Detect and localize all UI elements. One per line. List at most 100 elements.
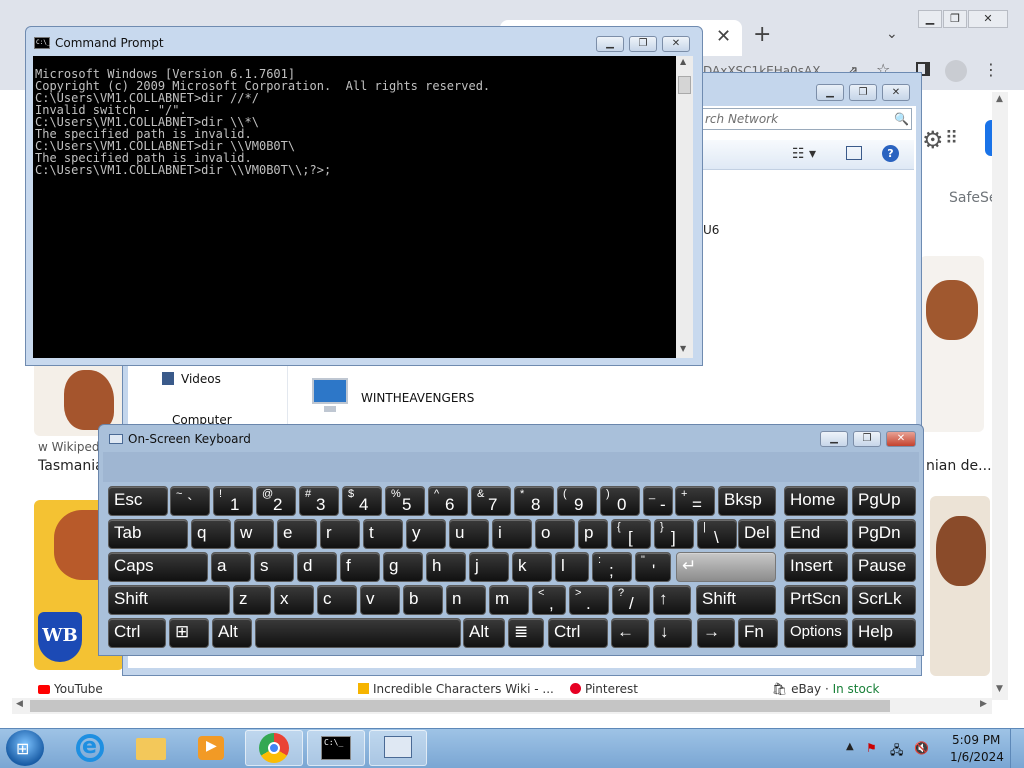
console-scroll-up-icon[interactable]: ▲	[680, 57, 686, 66]
key-0-5[interactable]: $4	[342, 486, 382, 516]
cmd-maximize-button[interactable]: ❐	[629, 36, 657, 52]
key-1-8[interactable]: i	[492, 519, 532, 549]
action-center-flag-icon[interactable]: ⚑	[866, 741, 880, 755]
osk-minimize-button[interactable]: ▁	[820, 431, 848, 447]
key-2-1[interactable]: a	[211, 552, 251, 582]
key-0-10[interactable]: (9	[557, 486, 597, 516]
key-2-2[interactable]: s	[254, 552, 294, 582]
network-item-u6[interactable]: U6	[703, 223, 719, 237]
change-view-icon[interactable]: ☷ ▾	[792, 146, 816, 162]
explorer-maximize-button[interactable]: ❐	[849, 84, 877, 101]
show-desktop-button[interactable]	[1010, 729, 1024, 768]
key-0-8[interactable]: & 7	[471, 486, 511, 516]
key-0-1[interactable]: ~ `	[170, 486, 210, 516]
console-scrollbar[interactable]	[676, 56, 693, 358]
key-0-16[interactable]: PgUp	[852, 486, 916, 516]
nav-item-videos[interactable]: Videos	[181, 372, 221, 386]
key-0-12[interactable]: _ -	[643, 486, 673, 516]
chrome-minimize-button[interactable]: ▁	[918, 10, 942, 28]
clock-time[interactable]: 5:09 PM	[952, 733, 1000, 747]
key-2-3[interactable]: d	[297, 552, 337, 582]
console-scroll-thumb[interactable]	[678, 76, 691, 94]
key-4-11[interactable]: Options	[784, 618, 848, 648]
key-3-1[interactable]: z	[233, 585, 271, 615]
osk-maximize-button[interactable]: ❐	[853, 431, 881, 447]
key-4-2[interactable]: Alt	[212, 618, 252, 648]
key-1-10[interactable]: p	[578, 519, 608, 549]
scroll-left-arrow-icon[interactable]: ◀	[16, 699, 23, 709]
key-3-14[interactable]: ScrLk	[852, 585, 916, 615]
key-0-15[interactable]: Home	[784, 486, 848, 516]
key-0-4[interactable]: #3	[299, 486, 339, 516]
key-4-6[interactable]: Ctrl	[548, 618, 608, 648]
chrome-maximize-button[interactable]: ❐	[943, 10, 967, 28]
key-3-2[interactable]: x	[274, 585, 314, 615]
key-4-9[interactable]: →	[697, 618, 735, 648]
key-1-0[interactable]: Tab	[108, 519, 188, 549]
key-2-5[interactable]: g	[383, 552, 423, 582]
osk-close-button[interactable]: ✕	[886, 431, 916, 447]
google-apps-icon[interactable]: ⠿	[945, 128, 958, 149]
network-icon[interactable]: 🖧	[890, 741, 904, 757]
help-icon[interactable]: ?	[882, 145, 899, 162]
key-0-0[interactable]: Esc	[108, 486, 168, 516]
key-1-3[interactable]: e	[277, 519, 317, 549]
key-2-10[interactable]: :;	[592, 552, 632, 582]
tab-search-chevron-icon[interactable]: ⌄	[886, 26, 898, 42]
console-scroll-down-icon[interactable]: ▼	[680, 344, 686, 353]
volume-muted-icon[interactable]: 🔇	[914, 741, 929, 755]
key-3-7[interactable]: m	[489, 585, 529, 615]
key-3-3[interactable]: c	[317, 585, 357, 615]
explorer-close-button[interactable]: ✕	[882, 84, 910, 101]
key-2-6[interactable]: h	[426, 552, 466, 582]
key-4-5[interactable]: ≣	[508, 618, 544, 648]
key-1-9[interactable]: o	[535, 519, 575, 549]
key-1-16[interactable]: PgDn	[852, 519, 916, 549]
cmd-close-button[interactable]: ✕	[662, 36, 690, 52]
key-1-12[interactable]: }]	[654, 519, 694, 549]
result-title-right[interactable]: nian de...	[926, 458, 992, 474]
network-item-wintheavengers[interactable]: WINTHEAVENGERS	[361, 391, 474, 405]
chrome-close-button[interactable]: ✕	[968, 10, 1008, 28]
key-3-4[interactable]: v	[360, 585, 400, 615]
key-3-10[interactable]: ? /	[612, 585, 650, 615]
key-4-1[interactable]: ⊞	[169, 618, 209, 648]
key-4-8[interactable]: ↓	[654, 618, 692, 648]
result-image-taz-4[interactable]	[930, 496, 990, 676]
key-4-4[interactable]: Alt	[463, 618, 505, 648]
key-4-7[interactable]: ←	[611, 618, 649, 648]
computer-icon[interactable]	[312, 378, 348, 404]
page-vertical-scrollbar[interactable]	[992, 92, 1008, 700]
key-2-14[interactable]: Pause	[852, 552, 916, 582]
console-output[interactable]: Microsoft Windows [Version 6.1.7601] Copy…	[35, 56, 675, 356]
key-1-14[interactable]: Del	[738, 519, 776, 549]
scroll-up-arrow-icon[interactable]: ▲	[996, 94, 1003, 104]
key-4-12[interactable]: Help	[852, 618, 916, 648]
key-2-9[interactable]: l	[555, 552, 589, 582]
scroll-right-arrow-icon[interactable]: ▶	[980, 699, 987, 709]
horizontal-scroll-thumb[interactable]	[30, 700, 890, 712]
key-2-11[interactable]: " '	[635, 552, 671, 582]
new-tab-icon[interactable]: +	[753, 22, 771, 47]
result-image-taz-2[interactable]	[920, 256, 984, 432]
result-source-ebay[interactable]: 🛍 eBay · In stock	[772, 682, 879, 696]
show-hidden-icons-icon[interactable]: ▲	[846, 741, 854, 752]
key-3-0[interactable]: Shift	[108, 585, 230, 615]
key-1-13[interactable]: | \	[697, 519, 737, 549]
safesearch-label[interactable]: SafeSe	[949, 190, 998, 206]
search-icon[interactable]: 🔍	[894, 112, 909, 126]
key-0-7[interactable]: ^ 6	[428, 486, 468, 516]
clock-date[interactable]: 1/6/2024	[950, 750, 1004, 764]
key-1-7[interactable]: u	[449, 519, 489, 549]
explorer-search-input[interactable]: rch Network	[700, 108, 912, 130]
key-2-0[interactable]: Caps	[108, 552, 208, 582]
key-1-6[interactable]: y	[406, 519, 446, 549]
key-0-11[interactable]: ) 0	[600, 486, 640, 516]
key-3-5[interactable]: b	[403, 585, 443, 615]
explorer-minimize-button[interactable]: ▁	[816, 84, 844, 101]
key-4-0[interactable]: Ctrl	[108, 618, 166, 648]
result-source-youtube[interactable]: YouTube	[38, 682, 103, 696]
scroll-down-arrow-icon[interactable]: ▼	[996, 684, 1003, 694]
key-2-12[interactable]: ↵	[676, 552, 776, 582]
result-source-incredible-characters[interactable]: Incredible Characters Wiki - ...	[358, 682, 554, 696]
